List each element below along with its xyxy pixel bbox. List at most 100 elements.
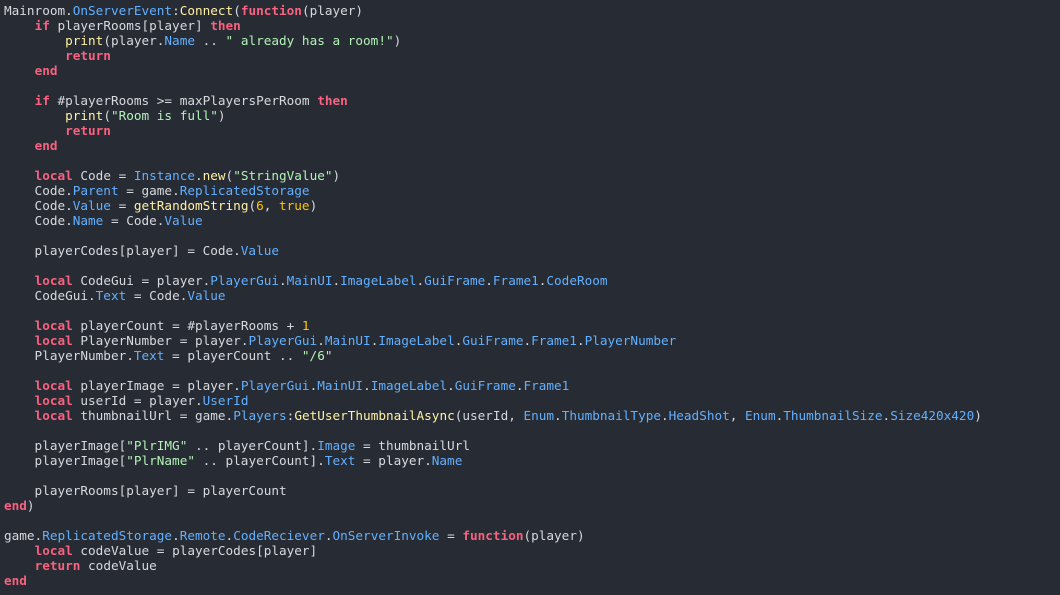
code-token: ) <box>26 498 35 513</box>
code-line[interactable]: local PlayerNumber = player.PlayerGui.Ma… <box>4 333 982 348</box>
code-line[interactable]: CodeGui.Text = Code.Value <box>4 288 982 303</box>
code-line[interactable]: print("Room is full") <box>4 108 982 123</box>
code-token: Value <box>164 213 203 228</box>
code-token: ThumbnailType <box>561 408 661 423</box>
code-token: = playerCount .. <box>164 348 302 363</box>
code-token: = <box>110 198 134 213</box>
code-token: PlayerGui <box>210 273 280 288</box>
code-token: function <box>462 528 524 543</box>
code-token: ) <box>393 33 402 48</box>
code-line[interactable]: local thumbnailUrl = game.Players:GetUse… <box>4 408 982 423</box>
code-token: local <box>34 408 73 423</box>
code-token: .. playerCount]. <box>187 438 318 453</box>
code-line[interactable]: if playerRooms[player] then <box>4 18 982 33</box>
code-line[interactable]: playerImage["PlrName" .. playerCount].Te… <box>4 453 982 468</box>
code-token: Code. <box>4 183 73 198</box>
code-line[interactable]: ​ <box>4 228 982 243</box>
code-token: = <box>439 528 463 543</box>
code-line[interactable]: ​ <box>4 363 982 378</box>
code-line[interactable]: local userId = player.UserId <box>4 393 982 408</box>
code-line[interactable]: ​ <box>4 513 982 528</box>
code-token: true <box>279 198 310 213</box>
code-token: . <box>172 528 180 543</box>
code-line[interactable]: local playerImage = player.PlayerGui.Mai… <box>4 378 982 393</box>
code-token: ) <box>974 408 982 423</box>
code-line[interactable]: Mainroom.OnServerEvent:Connect(function(… <box>4 3 982 18</box>
code-line[interactable]: playerCodes[player] = Code.Value <box>4 243 982 258</box>
code-line[interactable]: if #playerRooms >= maxPlayersPerRoom the… <box>4 93 982 108</box>
code-token: = player. <box>355 453 432 468</box>
code-token: "Room is full" <box>110 108 218 123</box>
code-token: end <box>34 138 58 153</box>
code-token: = Code. <box>103 213 165 228</box>
code-token: end <box>4 498 27 513</box>
code-token: . <box>279 273 287 288</box>
code-line[interactable]: PlayerNumber.Text = playerCount .. "/6" <box>4 348 982 363</box>
code-text[interactable]: Mainroom.OnServerEvent:Connect(function(… <box>4 3 982 588</box>
code-token: if <box>34 93 50 108</box>
code-token: playerRooms[player] <box>49 18 211 33</box>
code-token: local <box>34 333 73 348</box>
code-line[interactable]: game.ReplicatedStorage.Remote.CodeReciev… <box>4 528 982 543</box>
code-token: PlayerGui <box>248 333 318 348</box>
code-token: = Code. <box>126 288 188 303</box>
code-line[interactable]: local CodeGui = player.PlayerGui.MainUI.… <box>4 273 982 288</box>
code-editor[interactable]: Mainroom.OnServerEvent:Connect(function(… <box>0 0 1060 595</box>
code-line[interactable]: Code.Parent = game.ReplicatedStorage <box>4 183 982 198</box>
code-token: print <box>65 33 104 48</box>
code-token: .. <box>194 33 226 48</box>
code-token: ) <box>217 108 226 123</box>
code-token: . <box>554 408 562 423</box>
code-token: ReplicatedStorage <box>179 183 310 198</box>
code-token: . <box>317 333 325 348</box>
code-token: : <box>172 3 180 18</box>
code-token: ImageLabel <box>378 333 455 348</box>
code-token: Code = <box>72 168 134 183</box>
code-token: Code. <box>4 198 73 213</box>
code-token: Code. <box>4 213 73 228</box>
code-token: local <box>34 543 73 558</box>
code-token: CodeRoom <box>546 273 608 288</box>
code-line[interactable]: ​ <box>4 303 982 318</box>
code-line[interactable]: playerImage["PlrIMG" .. playerCount].Ima… <box>4 438 982 453</box>
code-line[interactable]: local codeValue = playerCodes[player] <box>4 543 982 558</box>
code-token: CodeReciever <box>233 528 325 543</box>
code-token: then <box>210 18 241 33</box>
code-line[interactable]: end <box>4 138 982 153</box>
code-token: getRandomString <box>133 198 249 213</box>
code-line[interactable]: ​ <box>4 153 982 168</box>
code-token: Name <box>164 33 195 48</box>
code-line[interactable]: local playerCount = #playerRooms + 1 <box>4 318 982 333</box>
code-line[interactable]: print(player.Name .. " already has a roo… <box>4 33 982 48</box>
code-line[interactable]: Code.Value = getRandomString(6, true) <box>4 198 982 213</box>
code-line[interactable]: ​ <box>4 258 982 273</box>
code-line[interactable]: ​ <box>4 78 982 93</box>
code-line[interactable]: Code.Name = Code.Value <box>4 213 982 228</box>
code-token: Remote <box>179 528 226 543</box>
code-line[interactable]: local Code = Instance.new("StringValue") <box>4 168 982 183</box>
code-token: OnServerInvoke <box>332 528 440 543</box>
code-token: PlayerGui <box>240 378 310 393</box>
code-token: .. playerCount]. <box>194 453 325 468</box>
code-token: "PlrIMG" <box>126 438 188 453</box>
code-token: local <box>34 273 73 288</box>
code-token: thumbnailUrl = game. <box>72 408 234 423</box>
code-line[interactable]: return <box>4 48 982 63</box>
code-line[interactable]: ​ <box>4 468 982 483</box>
code-line[interactable]: end <box>4 63 982 78</box>
code-token: ImageLabel <box>340 273 417 288</box>
code-line[interactable]: playerRooms[player] = playerCount <box>4 483 982 498</box>
code-line[interactable]: ​ <box>4 423 982 438</box>
code-token: GuiFrame <box>424 273 486 288</box>
code-line[interactable]: return <box>4 123 982 138</box>
code-line[interactable]: end <box>4 573 982 588</box>
code-token: . <box>324 528 333 543</box>
code-token: PlayerNumber = player. <box>72 333 249 348</box>
code-line[interactable]: return codeValue <box>4 558 982 573</box>
code-line[interactable]: end) <box>4 498 982 513</box>
